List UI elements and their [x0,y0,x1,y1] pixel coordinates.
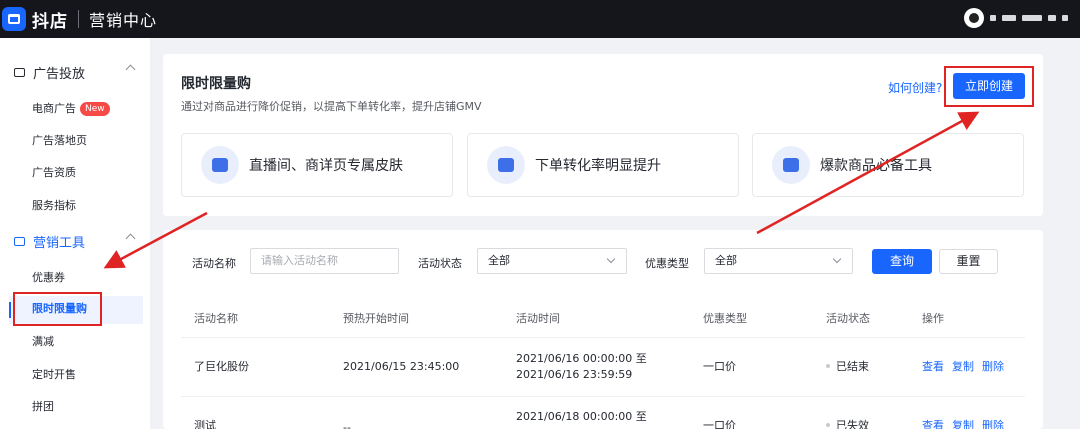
copy-link[interactable]: 复制 [952,360,974,373]
chevron-down-icon [606,254,616,264]
filter-status-label: 活动状态 [418,257,462,270]
view-link[interactable]: 查看 [922,360,944,373]
sidebar-item-service-metrics[interactable]: 服务指标 [32,196,76,216]
feature-label: 直播间、商详页专属皮肤 [249,158,403,174]
cell-activity-name: 测试 [194,419,216,429]
chevron-up-icon [125,64,136,75]
status-dot-icon [826,364,830,368]
cell-activity-name: 了巨化股份 [194,360,249,373]
filter-name-label: 活动名称 [192,257,236,270]
active-indicator [9,302,11,318]
redacted-username [1022,15,1042,21]
sidebar-item-landing-page[interactable]: 广告落地页 [32,131,87,151]
redacted-username [1002,15,1016,21]
row-actions: 查看 复制 删除 [922,418,1012,429]
feature-card: 下单转化率明显提升 [467,133,739,197]
cell-activity-time-start: 2021/06/16 00:00:00 至 [516,352,647,365]
sidebar-item-scheduled-sale[interactable]: 定时开售 [32,365,76,385]
status-select[interactable]: 全部 [477,248,627,274]
delete-link[interactable]: 删除 [982,419,1004,429]
query-button[interactable]: 查询 [872,249,932,274]
sidebar-item-discount[interactable]: 满减 [32,332,54,352]
feature-card: 直播间、商详页专属皮肤 [181,133,453,197]
column-header: 操作 [922,312,944,325]
redacted-username [990,15,996,21]
cell-preheat-time: 2021/06/15 23:45:00 [343,360,460,373]
type-select-value: 全部 [715,254,737,267]
redacted-username [1048,15,1056,21]
row-actions: 查看 复制 删除 [922,359,1012,374]
column-header: 预热开始时间 [343,312,409,325]
page-subtitle: 通过对商品进行降价促销，以提高下单转化率，提升店铺GMV [181,100,482,113]
sidebar-group-label: 营销工具 [33,235,86,251]
sidebar-item-ecommerce-ads[interactable]: 电商广告 New [32,99,110,119]
column-header: 活动状态 [826,312,870,325]
cart-icon [201,146,239,184]
cell-discount-type: 一口价 [703,360,736,373]
status-badge: 已结束 [826,359,869,374]
page-title: 限时限量购 [181,76,251,92]
logo-text: 抖店 [32,11,68,32]
filter-type-label: 优惠类型 [645,257,689,270]
sidebar-group-label: 广告投放 [33,66,86,82]
new-badge: New [80,102,110,116]
sidebar-item-group-buy[interactable]: 拼团 [32,397,54,417]
copy-link[interactable]: 复制 [952,419,974,429]
sidebar-group-marketing-tools[interactable]: 营销工具 [0,226,150,256]
feature-card: 爆款商品必备工具 [752,133,1024,197]
cell-activity-time-end: 2021/06/16 23:59:59 [516,368,633,381]
avatar[interactable] [964,8,984,28]
feature-label: 下单转化率明显提升 [535,158,661,174]
redacted-username [1062,15,1068,21]
status-badge: 已失效 [826,418,869,429]
shopping-bag-icon [772,146,810,184]
row-divider [181,337,1025,338]
doudian-logo-icon [2,7,26,31]
status-dot-icon [826,423,830,427]
sidebar-group-ads[interactable]: 广告投放 [0,57,150,87]
status-text: 已结束 [836,360,869,373]
sidebar-item-label: 电商广告 [32,102,76,115]
logo[interactable]: 抖店 营销中心 [2,7,157,32]
delete-link[interactable]: 删除 [982,360,1004,373]
marketing-icon [14,236,25,246]
cell-activity-time-start: 2021/06/18 00:00:00 至 [516,410,647,423]
chevron-up-icon [125,233,136,244]
status-text: 已失效 [836,419,869,429]
discount-type-select[interactable]: 全部 [704,248,853,274]
logo-divider [78,10,79,28]
sidebar-item-coupon[interactable]: 优惠券 [32,268,65,288]
row-divider [181,396,1025,397]
column-header: 优惠类型 [703,312,747,325]
cell-preheat-time: -- [343,421,351,429]
trend-chart-icon [487,146,525,184]
feature-label: 爆款商品必备工具 [820,158,932,174]
annotation-highlight-box [13,292,102,326]
sidebar-item-ad-qualification[interactable]: 广告资质 [32,163,76,183]
column-header: 活动时间 [516,312,560,325]
chevron-down-icon [832,254,842,264]
reset-button[interactable]: 重置 [939,249,998,274]
section-title: 营销中心 [89,11,158,30]
annotation-highlight-box [944,66,1034,107]
status-select-value: 全部 [488,254,510,267]
ads-icon [14,67,25,77]
activity-name-input[interactable]: 请输入活动名称 [250,248,399,274]
column-header: 活动名称 [194,312,238,325]
user-menu[interactable] [964,8,1068,28]
top-bar: 抖店 营销中心 [0,0,1080,38]
cell-discount-type: 一口价 [703,419,736,429]
view-link[interactable]: 查看 [922,419,944,429]
how-to-create-link[interactable]: 如何创建? [888,79,942,96]
